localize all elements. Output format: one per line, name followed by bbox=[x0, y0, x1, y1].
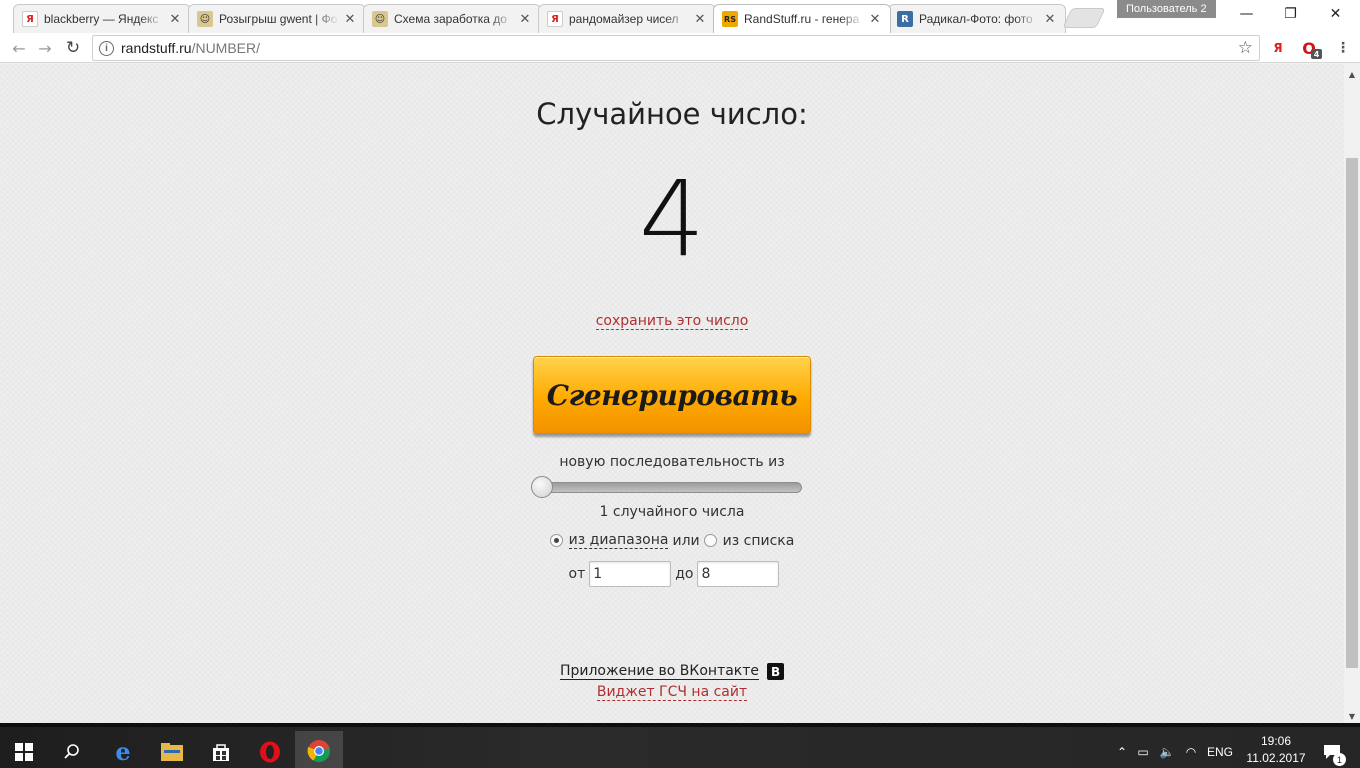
close-tab-icon[interactable]: ✕ bbox=[1043, 12, 1057, 27]
browser-toolbar: ← → ↻ i randstuff.ru/NUMBER/ ☆ Я O 4 ⋮ bbox=[0, 33, 1360, 63]
search-icon bbox=[64, 743, 79, 759]
to-input[interactable] bbox=[697, 561, 780, 587]
forward-icon[interactable]: → bbox=[34, 37, 56, 59]
range-mode-label[interactable]: из диапазона bbox=[568, 532, 669, 549]
scroll-up-icon[interactable]: ▲ bbox=[1344, 66, 1360, 82]
tab-1[interactable]: Я blackberry — Яндекс ✕ bbox=[13, 4, 191, 33]
from-label: от bbox=[568, 566, 586, 582]
list-mode-label[interactable]: из списка bbox=[723, 533, 795, 549]
generate-button[interactable]: Сгенерировать bbox=[533, 356, 811, 434]
wifi-icon[interactable]: ◠ bbox=[1179, 745, 1203, 759]
widget-link-wrap: Виджет ГСЧ на сайт bbox=[0, 684, 1344, 701]
vk-icon[interactable]: В bbox=[767, 663, 785, 680]
yandex-icon: Я bbox=[547, 11, 563, 27]
tab-title: Радикал-Фото: фото bbox=[919, 12, 1033, 26]
tab-title: Схема заработка до bbox=[394, 12, 507, 26]
vk-app-link-wrap: Приложение во ВКонтакте В bbox=[0, 663, 1344, 680]
tab-strip: Я blackberry — Яндекс ✕ ☺ Розыгрыш gwent… bbox=[0, 0, 1360, 33]
save-number-link[interactable]: сохранить это число bbox=[595, 313, 749, 330]
url-path: /NUMBER/ bbox=[191, 40, 261, 56]
close-tab-icon[interactable]: ✕ bbox=[343, 12, 357, 27]
scrollbar-thumb[interactable] bbox=[1346, 158, 1358, 668]
save-number-link-wrap: сохранить это число bbox=[0, 313, 1344, 330]
search-button[interactable] bbox=[48, 731, 96, 768]
vk-app-link[interactable]: Приложение во ВКонтакте bbox=[559, 663, 760, 680]
tab-title: RandStuff.ru - генера bbox=[744, 12, 860, 26]
clock[interactable]: 19:06 11.02.2017 bbox=[1240, 733, 1312, 767]
chrome-icon bbox=[307, 739, 330, 762]
extension-badge: 4 bbox=[1311, 49, 1322, 59]
menu-icon[interactable]: ⋮ bbox=[1334, 39, 1352, 57]
notification-count-badge: 1 bbox=[1333, 753, 1346, 766]
page-title: Случайное число: bbox=[536, 97, 808, 131]
windows-logo-icon bbox=[15, 742, 33, 761]
count-label: 1 случайного числа bbox=[599, 504, 745, 520]
new-tab-button[interactable] bbox=[1062, 8, 1106, 28]
tab-title: рандомайзер чисел bbox=[569, 12, 679, 26]
tab-title: Розыгрыш gwent | Фо bbox=[219, 12, 338, 26]
randstuff-icon: RS bbox=[722, 11, 738, 27]
close-tab-icon[interactable]: ✕ bbox=[168, 12, 182, 27]
store-taskbar-button[interactable] bbox=[197, 731, 245, 768]
edge-taskbar-button[interactable]: e bbox=[99, 731, 147, 768]
sequence-label: новую последовательность из bbox=[559, 454, 785, 470]
list-radio[interactable] bbox=[703, 534, 717, 547]
tab-4[interactable]: Я рандомайзер чисел ✕ bbox=[538, 4, 716, 33]
restore-icon[interactable]: ❐ bbox=[1268, 0, 1313, 28]
avatar-icon: ☺ bbox=[372, 11, 388, 27]
tab-5-active[interactable]: RS RandStuff.ru - генера ✕ bbox=[713, 4, 891, 33]
opera-icon bbox=[260, 741, 280, 762]
clock-date: 11.02.2017 bbox=[1246, 751, 1306, 765]
random-number-result: 4 bbox=[638, 158, 706, 280]
count-slider-track[interactable] bbox=[534, 482, 802, 493]
count-slider-handle[interactable] bbox=[531, 476, 553, 498]
volume-icon[interactable]: 🔈 bbox=[1155, 745, 1179, 759]
site-info-icon[interactable]: i bbox=[99, 40, 114, 56]
tab-2[interactable]: ☺ Розыгрыш gwent | Фо ✕ bbox=[188, 4, 366, 33]
system-tray: ⌃ ▭ 🔈 ◠ ENG bbox=[1113, 731, 1237, 768]
yandex-extension-icon[interactable]: Я bbox=[1269, 39, 1287, 57]
address-bar[interactable]: i randstuff.ru/NUMBER/ ☆ bbox=[92, 35, 1260, 61]
edge-icon: e bbox=[115, 737, 131, 766]
close-tab-icon[interactable]: ✕ bbox=[868, 12, 882, 27]
reload-icon[interactable]: ↻ bbox=[62, 37, 84, 59]
close-window-icon[interactable]: ✕ bbox=[1313, 0, 1358, 28]
folder-icon bbox=[161, 742, 183, 761]
page-content: Случайное число: 4 сохранить это число С… bbox=[0, 64, 1344, 723]
widget-link[interactable]: Виджет ГСЧ на сайт bbox=[596, 684, 748, 701]
clock-time: 19:06 bbox=[1260, 734, 1292, 748]
or-label: или bbox=[672, 532, 700, 549]
chrome-taskbar-button[interactable] bbox=[295, 731, 343, 768]
scroll-down-icon[interactable]: ▼ bbox=[1344, 708, 1360, 724]
mode-selector: из диапазона или из списка bbox=[0, 532, 1344, 549]
url-host: randstuff.ru bbox=[121, 40, 192, 56]
close-tab-icon[interactable]: ✕ bbox=[693, 12, 707, 27]
tab-6[interactable]: R Радикал-Фото: фото ✕ bbox=[888, 4, 1066, 33]
action-center-button[interactable]: 1 bbox=[1317, 731, 1347, 768]
show-hidden-icons-icon[interactable]: ⌃ bbox=[1113, 745, 1131, 759]
language-indicator[interactable]: ENG bbox=[1203, 745, 1237, 759]
from-input[interactable] bbox=[589, 561, 672, 587]
yandex-icon: Я bbox=[22, 11, 38, 27]
generate-button-label: Сгенерировать bbox=[546, 378, 798, 412]
to-label: до bbox=[675, 566, 694, 582]
range-radio[interactable] bbox=[549, 534, 563, 547]
profile-button[interactable]: Пользователь 2 bbox=[1117, 0, 1216, 18]
range-inputs: от до bbox=[0, 561, 1344, 587]
bookmark-star-icon[interactable]: ☆ bbox=[1238, 38, 1253, 58]
start-button[interactable] bbox=[0, 731, 48, 768]
back-icon[interactable]: ← bbox=[8, 37, 30, 59]
battery-icon[interactable]: ▭ bbox=[1131, 745, 1155, 759]
windows-taskbar: e ⌃ ▭ 🔈 ◠ ENG 19:06 11.02.2017 1 bbox=[0, 723, 1360, 768]
avatar-icon: ☺ bbox=[197, 11, 213, 27]
close-tab-icon[interactable]: ✕ bbox=[518, 12, 532, 27]
store-icon bbox=[213, 743, 229, 761]
minimize-icon[interactable]: — bbox=[1224, 0, 1269, 28]
opera-taskbar-button[interactable] bbox=[246, 731, 294, 768]
tab-title: blackberry — Яндекс bbox=[44, 12, 159, 26]
explorer-taskbar-button[interactable] bbox=[148, 731, 196, 768]
radikal-icon: R bbox=[897, 11, 913, 27]
tab-3[interactable]: ☺ Схема заработка до ✕ bbox=[363, 4, 541, 33]
